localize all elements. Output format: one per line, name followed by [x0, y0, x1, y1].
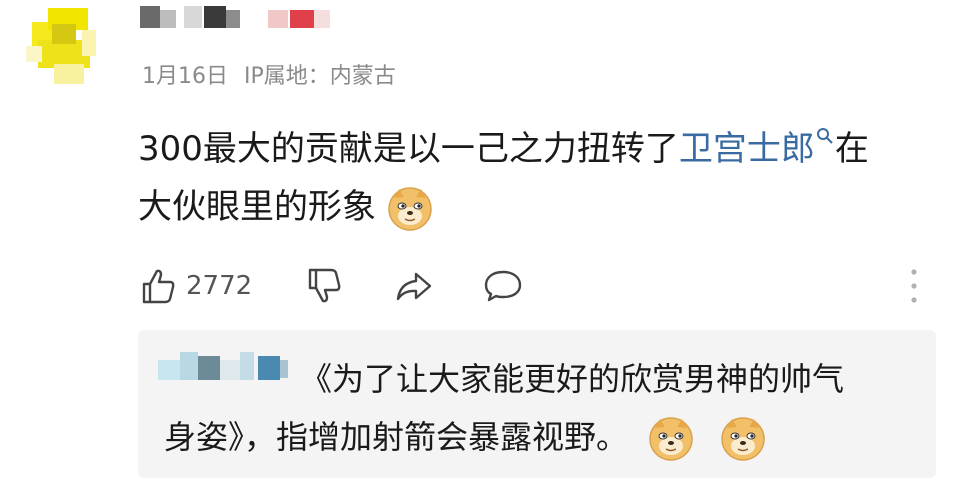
user-avatar[interactable] — [18, 6, 102, 90]
ip-location-value: 内蒙古 — [329, 64, 396, 89]
reply-body: 《为了让大家能更好的欣赏男神的帅气 身姿》，指增加射箭会暴露视野。 — [164, 350, 924, 466]
reply-button[interactable] — [482, 262, 524, 310]
dislike-button[interactable] — [304, 262, 344, 310]
more-vertical-icon[interactable] — [908, 266, 920, 306]
comment-body: 300最大的贡献是以一己之力扭转了卫宫士郎在 大伙眼里的形象 — [138, 120, 938, 236]
like-button[interactable]: 2772 — [138, 262, 252, 310]
share-icon[interactable] — [394, 266, 434, 306]
comment-actions: 2772 — [138, 262, 938, 310]
comment-screen: 1月16日 IP属地：内蒙古 300最大的贡献是以一己之力扭转了卫宫士郎在 大伙眼… — [0, 0, 960, 478]
username-mosaic[interactable] — [140, 6, 340, 36]
comment-text-line2: 大伙眼里的形象 — [138, 187, 376, 227]
doge-emoji-icon — [649, 417, 693, 461]
reply-preview[interactable]: 《为了让大家能更好的欣赏男神的帅气 身姿》，指增加射箭会暴露视野。 — [138, 330, 936, 478]
search-link-text[interactable]: 卫宫士郎 — [679, 129, 815, 169]
like-count: 2772 — [186, 271, 253, 301]
search-icon[interactable] — [815, 126, 835, 146]
comment-meta: 1月16日 IP属地：内蒙古 — [142, 58, 396, 90]
doge-emoji-icon — [721, 417, 766, 461]
thumbs-down-icon[interactable] — [304, 266, 344, 306]
comment-bubble-icon[interactable] — [482, 266, 524, 306]
thumbs-up-icon[interactable] — [138, 266, 178, 306]
ip-location-label: IP属地： — [244, 64, 330, 89]
comment-date: 1月16日 — [142, 64, 228, 89]
reply-text-line1: 《为了让大家能更好的欣赏男神的帅气 — [300, 360, 845, 398]
comment-text-part1: 300最大的贡献是以一己之力扭转了 — [138, 129, 679, 169]
search-link[interactable]: 卫宫士郎 — [679, 126, 835, 169]
comment-text-part2: 在 — [834, 129, 869, 169]
share-button[interactable] — [394, 262, 434, 310]
reply-text-line2: 身姿》，指增加射箭会暴露视野。 — [164, 418, 629, 456]
doge-emoji-icon — [388, 186, 432, 231]
